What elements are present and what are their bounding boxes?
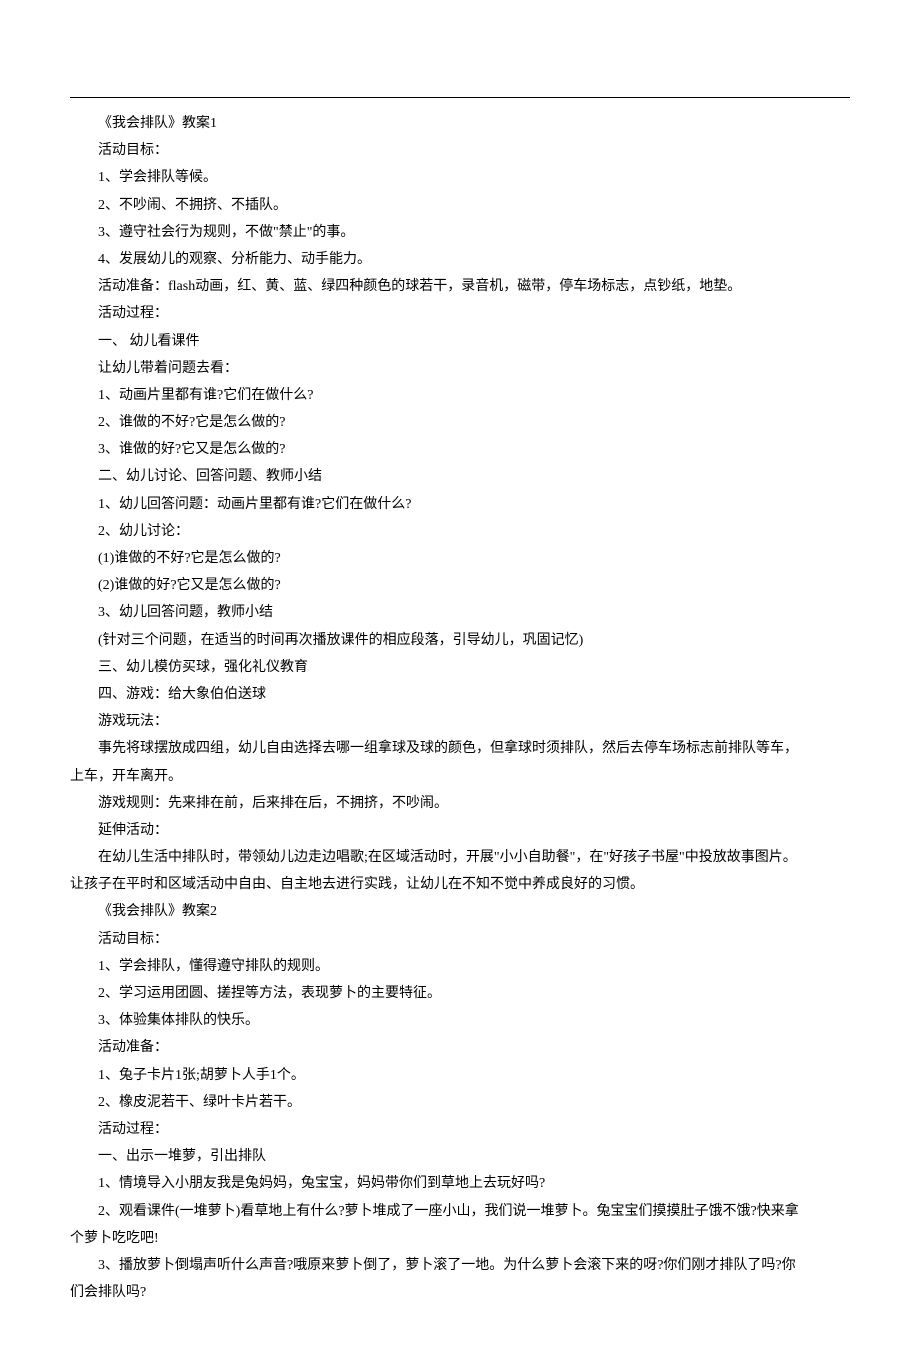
- document-body: 《我会排队》教案1活动目标：1、学会排队等候。2、不吵闹、不拥挤、不插队。3、遵…: [70, 110, 850, 1306]
- paragraph-line: 4、发展幼儿的观察、分析能力、动手能力。: [70, 246, 850, 273]
- paragraph-line: 1、学会排队等候。: [70, 164, 850, 191]
- paragraph-line: 四、游戏：给大象伯伯送球: [70, 681, 850, 708]
- paragraph-line: 1、动画片里都有谁?它们在做什么?: [70, 382, 850, 409]
- horizontal-rule-top: [70, 97, 850, 98]
- paragraph-line: 2、观看课件(一堆萝卜)看草地上有什么?萝卜堆成了一座小山，我们说一堆萝卜。兔宝…: [70, 1198, 850, 1225]
- paragraph-line: 延伸活动：: [70, 817, 850, 844]
- paragraph-line: 3、体验集体排队的快乐。: [70, 1007, 850, 1034]
- paragraph-line: 二、幼儿讨论、回答问题、教师小结: [70, 463, 850, 490]
- paragraph-line: 一、 幼儿看课件: [70, 328, 850, 355]
- paragraph-line: 让孩子在平时和区域活动中自由、自主地去进行实践，让幼儿在不知不觉中养成良好的习惯…: [70, 871, 850, 898]
- paragraph-line: 2、谁做的不好?它是怎么做的?: [70, 409, 850, 436]
- paragraph-line: 一、出示一堆萝，引出排队: [70, 1143, 850, 1170]
- paragraph-line: 活动过程：: [70, 1116, 850, 1143]
- paragraph-line: 2、学习运用团圆、搓捏等方法，表现萝卜的主要特征。: [70, 980, 850, 1007]
- paragraph-line: 游戏玩法：: [70, 708, 850, 735]
- paragraph-line: 上车，开车离开。: [70, 763, 850, 790]
- paragraph-line: 让幼儿带着问题去看：: [70, 355, 850, 382]
- paragraph-line: 1、情境导入小朋友我是兔妈妈，兔宝宝，妈妈带你们到草地上去玩好吗?: [70, 1170, 850, 1197]
- paragraph-line: 活动目标：: [70, 926, 850, 953]
- paragraph-line: 们会排队吗?: [70, 1279, 850, 1306]
- paragraph-line: 《我会排队》教案2: [70, 898, 850, 925]
- paragraph-line: 事先将球摆放成四组，幼儿自由选择去哪一组拿球及球的颜色，但拿球时须排队，然后去停…: [70, 735, 850, 762]
- paragraph-line: (针对三个问题，在适当的时间再次播放课件的相应段落，引导幼儿，巩固记忆): [70, 627, 850, 654]
- paragraph-line: 3、遵守社会行为规则，不做"禁止"的事。: [70, 219, 850, 246]
- paragraph-line: 2、幼儿讨论：: [70, 518, 850, 545]
- paragraph-line: 活动过程：: [70, 300, 850, 327]
- paragraph-line: 活动准备：: [70, 1034, 850, 1061]
- paragraph-line: 3、播放萝卜倒塌声听什么声音?哦原来萝卜倒了，萝卜滚了一地。为什么萝卜会滚下来的…: [70, 1252, 850, 1279]
- paragraph-line: 《我会排队》教案1: [70, 110, 850, 137]
- paragraph-line: 游戏规则：先来排在前，后来排在后，不拥挤，不吵闹。: [70, 790, 850, 817]
- paragraph-line: 三、幼儿模仿买球，强化礼仪教育: [70, 654, 850, 681]
- paragraph-line: 个萝卜吃吃吧!: [70, 1225, 850, 1252]
- paragraph-line: 活动目标：: [70, 137, 850, 164]
- paragraph-line: 1、学会排队，懂得遵守排队的规则。: [70, 953, 850, 980]
- paragraph-line: 活动准备：flash动画，红、黄、蓝、绿四种颜色的球若干，录音机，磁带，停车场标…: [70, 273, 850, 300]
- paragraph-line: 2、不吵闹、不拥挤、不插队。: [70, 192, 850, 219]
- paragraph-line: 3、幼儿回答问题，教师小结: [70, 599, 850, 626]
- paragraph-line: 2、橡皮泥若干、绿叶卡片若干。: [70, 1089, 850, 1116]
- paragraph-line: 3、谁做的好?它又是怎么做的?: [70, 436, 850, 463]
- paragraph-line: 1、兔子卡片1张;胡萝卜人手1个。: [70, 1062, 850, 1089]
- paragraph-line: 在幼儿生活中排队时，带领幼儿边走边唱歌;在区域活动时，开展"小小自助餐"，在"好…: [70, 844, 850, 871]
- paragraph-line: 1、幼儿回答问题：动画片里都有谁?它们在做什么?: [70, 491, 850, 518]
- paragraph-line: (2)谁做的好?它又是怎么做的?: [70, 572, 850, 599]
- paragraph-line: (1)谁做的不好?它是怎么做的?: [70, 545, 850, 572]
